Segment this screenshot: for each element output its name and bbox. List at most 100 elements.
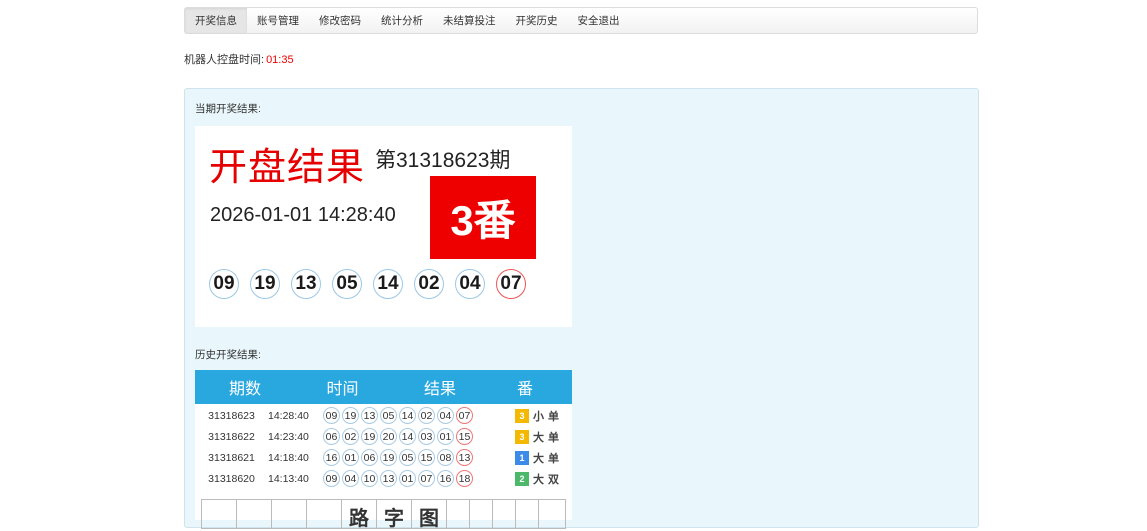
mini-ball: 04 xyxy=(437,407,454,424)
mini-ball: 03 xyxy=(418,428,435,445)
mini-ball: 16 xyxy=(323,449,340,466)
mini-ball: 16 xyxy=(437,470,454,487)
mini-ball: 01 xyxy=(399,470,416,487)
history-table: 期数 时间 结果 番 31318623 14:28:40 09 19 13 05 14 02 0… xyxy=(195,370,572,520)
road-cell xyxy=(539,500,561,528)
road-chart-title-char: 字 xyxy=(384,508,404,530)
tab-change-password[interactable]: 修改密码 xyxy=(309,8,371,33)
header-period: 期数 xyxy=(228,381,261,398)
result-title: 开盘结果 xyxy=(209,147,366,189)
robot-time: 01:35 xyxy=(266,54,294,66)
mini-ball: 05 xyxy=(380,407,397,424)
mini-ball: 13 xyxy=(361,407,378,424)
history-table-header: 期数 时间 结果 番 xyxy=(195,370,572,404)
mini-ball: 18 xyxy=(456,470,473,487)
ball-list: 09 19 13 05 14 02 04 07 xyxy=(209,269,537,299)
number-ball: 04 xyxy=(455,269,485,299)
row-time: 14:18:40 xyxy=(268,451,309,464)
mini-ball: 19 xyxy=(342,407,359,424)
number-ball: 05 xyxy=(332,269,362,299)
mini-ball: 14 xyxy=(399,407,416,424)
row-time: 14:13:40 xyxy=(268,472,309,485)
row-period: 31318620 xyxy=(208,472,255,485)
number-ball: 09 xyxy=(209,269,239,299)
row-numbers: 09 19 13 05 14 02 04 07 xyxy=(318,407,513,424)
mini-ball: 13 xyxy=(380,470,397,487)
number-ball: 13 xyxy=(291,269,321,299)
table-row: 31318620 14:13:40 09 04 10 13 01 07 16 18 2 大双 xyxy=(195,468,572,489)
row-time: 14:28:40 xyxy=(268,409,309,422)
number-ball: 19 xyxy=(250,269,280,299)
parity-tag: 单 xyxy=(548,431,559,444)
mini-ball: 09 xyxy=(323,407,340,424)
mini-ball: 07 xyxy=(456,407,473,424)
tab-draw-history[interactable]: 开奖历史 xyxy=(506,8,568,33)
tab-account[interactable]: 账号管理 xyxy=(247,8,309,33)
tab-statistics[interactable]: 统计分析 xyxy=(371,8,433,33)
mini-ball: 01 xyxy=(437,428,454,445)
fan-badge: 3 xyxy=(515,408,529,423)
period-number: 第31318623期 xyxy=(375,149,511,172)
road-cell xyxy=(237,500,272,528)
road-cell xyxy=(516,500,539,528)
robot-control-time: 机器人控盘时间: 01:35 xyxy=(184,51,294,67)
fan-result-badge: 3番 xyxy=(430,176,536,259)
mini-ball: 02 xyxy=(418,407,435,424)
robot-label: 机器人控盘时间: xyxy=(184,54,265,66)
road-cell xyxy=(202,500,237,528)
road-cell: 字 xyxy=(377,500,412,530)
row-numbers: 09 04 10 13 01 07 16 18 xyxy=(318,470,513,487)
header-fan: 番 xyxy=(516,381,533,398)
mini-ball: 14 xyxy=(399,428,416,445)
road-cell xyxy=(447,500,470,528)
current-result-card: 开盘结果 第31318623期 2026-01-01 14:28:40 3番 0… xyxy=(195,126,572,327)
size-tag: 大 xyxy=(533,473,544,486)
parity-tag: 单 xyxy=(548,410,559,423)
draw-datetime: 2026-01-01 14:28:40 xyxy=(210,204,396,226)
tab-logout[interactable]: 安全退出 xyxy=(568,8,630,33)
table-row: 31318621 14:18:40 16 01 06 19 05 15 08 13 1 大单 xyxy=(195,447,572,468)
number-ball: 14 xyxy=(373,269,403,299)
row-period: 31318622 xyxy=(208,430,255,443)
mini-ball: 15 xyxy=(456,428,473,445)
mini-ball: 02 xyxy=(342,428,359,445)
table-row: 31318623 14:28:40 09 19 13 05 14 02 04 07 3 小单 xyxy=(195,405,572,426)
road-chart-title-char: 图 xyxy=(419,508,439,530)
row-period: 31318621 xyxy=(208,451,255,464)
size-tag: 大 xyxy=(533,452,544,465)
fan-badge: 1 xyxy=(515,450,529,465)
mini-ball: 06 xyxy=(361,449,378,466)
current-section-label: 当期开奖结果: xyxy=(195,103,261,115)
top-nav: 开奖信息 账号管理 修改密码 统计分析 未结算投注 开奖历史 安全退出 xyxy=(184,7,978,34)
number-ball-special: 07 xyxy=(496,269,526,299)
tab-unsettled-bets[interactable]: 未结算投注 xyxy=(433,8,506,33)
tab-draw-info[interactable]: 开奖信息 xyxy=(185,8,247,33)
mini-ball: 05 xyxy=(399,449,416,466)
mini-ball: 09 xyxy=(323,470,340,487)
mini-ball: 04 xyxy=(342,470,359,487)
size-tag: 大 xyxy=(533,431,544,444)
mini-ball: 08 xyxy=(437,449,454,466)
row-time: 14:23:40 xyxy=(268,430,309,443)
road-cell xyxy=(493,500,516,528)
mini-ball: 19 xyxy=(380,449,397,466)
road-chart-title-char: 路 xyxy=(349,508,369,530)
fan-badge: 3 xyxy=(515,429,529,444)
road-cell xyxy=(272,500,307,528)
header-result: 结果 xyxy=(423,381,456,398)
mini-ball: 20 xyxy=(380,428,397,445)
row-numbers: 06 02 19 20 14 03 01 15 xyxy=(318,428,513,445)
mini-ball: 01 xyxy=(342,449,359,466)
mini-ball: 07 xyxy=(418,470,435,487)
size-tag: 小 xyxy=(533,410,544,423)
road-cell: 图 xyxy=(412,500,447,530)
row-numbers: 16 01 06 19 05 15 08 13 xyxy=(318,449,513,466)
road-cell xyxy=(307,500,342,528)
mini-ball: 15 xyxy=(418,449,435,466)
fan-badge: 2 xyxy=(515,471,529,486)
row-period: 31318623 xyxy=(208,409,255,422)
history-rows: 31318623 14:28:40 09 19 13 05 14 02 04 07 3 小单 31318… xyxy=(195,404,572,489)
road-cell xyxy=(470,500,493,528)
road-cell: 路 xyxy=(342,500,377,530)
parity-tag: 单 xyxy=(548,452,559,465)
